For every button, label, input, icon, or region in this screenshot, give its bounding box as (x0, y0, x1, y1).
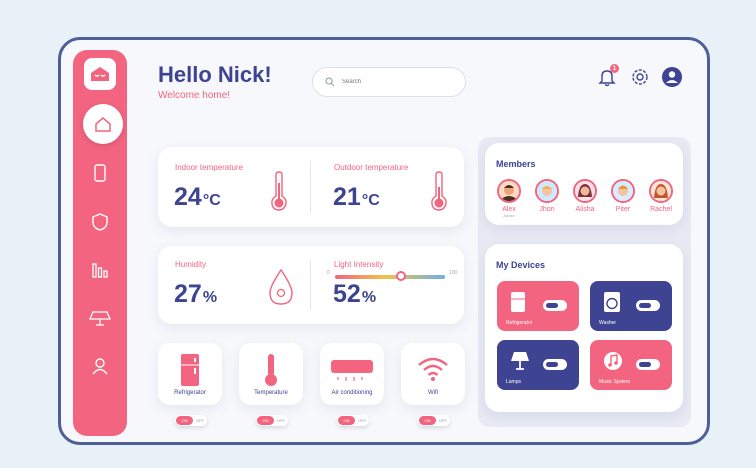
slider-min-label: 0 (327, 270, 330, 276)
indoor-temperature-value: 24°C (174, 183, 221, 211)
refrigerator-toggle[interactable]: ON OFF (175, 415, 207, 426)
temperature-card: Indoor temperature 24°C Outdoor temperat… (158, 147, 464, 227)
device-toggle[interactable] (543, 359, 567, 370)
avatar (649, 179, 673, 203)
sidebar-item-home[interactable] (83, 104, 123, 144)
page-title: Hello Nick! (158, 62, 272, 87)
appliance-temperature[interactable]: Temperature (239, 343, 303, 405)
my-devices-title: My Devices (496, 260, 546, 270)
thermometer-icon (271, 171, 287, 211)
appliance-wifi[interactable]: Wifi (401, 343, 465, 405)
member-alex[interactable]: Alex Admin (492, 179, 526, 218)
avatar (497, 179, 521, 203)
sidebar-item-statistics[interactable] (81, 251, 119, 289)
lamp-icon (511, 352, 529, 370)
refrigerator-icon (181, 354, 199, 386)
my-devices-card: My Devices Refrigerator Washer Lamps Mus… (485, 244, 683, 412)
bar-chart-icon (92, 263, 108, 278)
slider-max-label: 100 (449, 270, 458, 276)
wifi-toggle[interactable]: ON OFF (418, 415, 450, 426)
settings-button[interactable] (629, 66, 651, 88)
card-divider (310, 161, 311, 213)
washer-icon (604, 292, 620, 312)
thermometer-icon (431, 171, 447, 211)
refrigerator-icon (511, 292, 525, 312)
appliance-air-conditioning[interactable]: Air conditioning (320, 343, 384, 405)
sidebar-item-devices[interactable] (81, 154, 119, 192)
sidebar-item-lamps[interactable] (81, 299, 119, 337)
temperature-toggle[interactable]: ON OFF (256, 415, 288, 426)
appliance-refrigerator[interactable]: Refrigerator (158, 343, 222, 405)
outdoor-temperature-value: 21°C (333, 183, 380, 211)
avatar-icon (662, 67, 682, 87)
notifications-button[interactable]: 1 (596, 64, 619, 88)
light-intensity-value: 52% (333, 280, 377, 308)
avatar (611, 179, 635, 203)
sidebar-item-profile[interactable] (81, 347, 119, 385)
slider-thumb[interactable] (396, 271, 406, 281)
member-jhon[interactable]: Jhon (530, 179, 564, 213)
sidebar (73, 50, 127, 436)
search-input[interactable] (342, 79, 442, 85)
humidity-value: 27% (174, 280, 218, 308)
card-divider (310, 260, 311, 310)
device-toggle[interactable] (543, 300, 567, 311)
avatar (573, 179, 597, 203)
home-logo-icon[interactable] (84, 58, 116, 90)
home-icon (95, 117, 111, 132)
profile-button[interactable] (661, 66, 683, 88)
notification-badge: 1 (610, 64, 619, 73)
search-icon (325, 77, 335, 87)
lamp-icon (89, 311, 111, 326)
shield-icon (92, 213, 108, 231)
member-rachel[interactable]: Rachel (644, 179, 678, 213)
outdoor-temperature-label: Outdoor temperature (334, 163, 409, 172)
dashboard-window: Hello Nick! Welcome home! 1 Indoor tempe… (58, 37, 710, 445)
user-icon (92, 358, 108, 375)
sidebar-item-security[interactable] (81, 203, 119, 241)
device-lamps[interactable]: Lamps (497, 340, 579, 390)
air-conditioning-toggle[interactable]: ON OFF (337, 415, 369, 426)
members-title: Members (496, 159, 536, 169)
avatar (535, 179, 559, 203)
humidity-light-card: Humidity 27% Light Intensity 52% (158, 246, 464, 324)
member-piter[interactable]: Piter (606, 179, 640, 213)
page-subtitle: Welcome home! (158, 90, 231, 101)
member-alisha[interactable]: Alisha (568, 179, 602, 213)
device-music-system[interactable]: Music System (590, 340, 672, 390)
air-conditioner-icon (331, 360, 373, 381)
gear-icon (632, 69, 648, 85)
device-washer[interactable]: Washer (590, 281, 672, 331)
water-drop-icon (269, 268, 293, 305)
music-icon (604, 352, 622, 370)
device-toggle[interactable] (636, 359, 660, 370)
humidity-label: Humidity (175, 260, 207, 269)
wifi-icon (418, 357, 448, 381)
phone-icon (94, 164, 106, 182)
thermometer-icon (265, 354, 277, 386)
indoor-temperature-label: Indoor temperature (175, 163, 244, 172)
light-intensity-label: Light Intensity (334, 260, 384, 269)
device-refrigerator[interactable]: Refrigerator (497, 281, 579, 331)
device-toggle[interactable] (636, 300, 660, 311)
search-bar[interactable] (312, 67, 466, 97)
members-card: Members Alex Admin Jhon Alisha Piter Rac… (485, 143, 683, 225)
light-intensity-slider[interactable] (335, 271, 445, 281)
